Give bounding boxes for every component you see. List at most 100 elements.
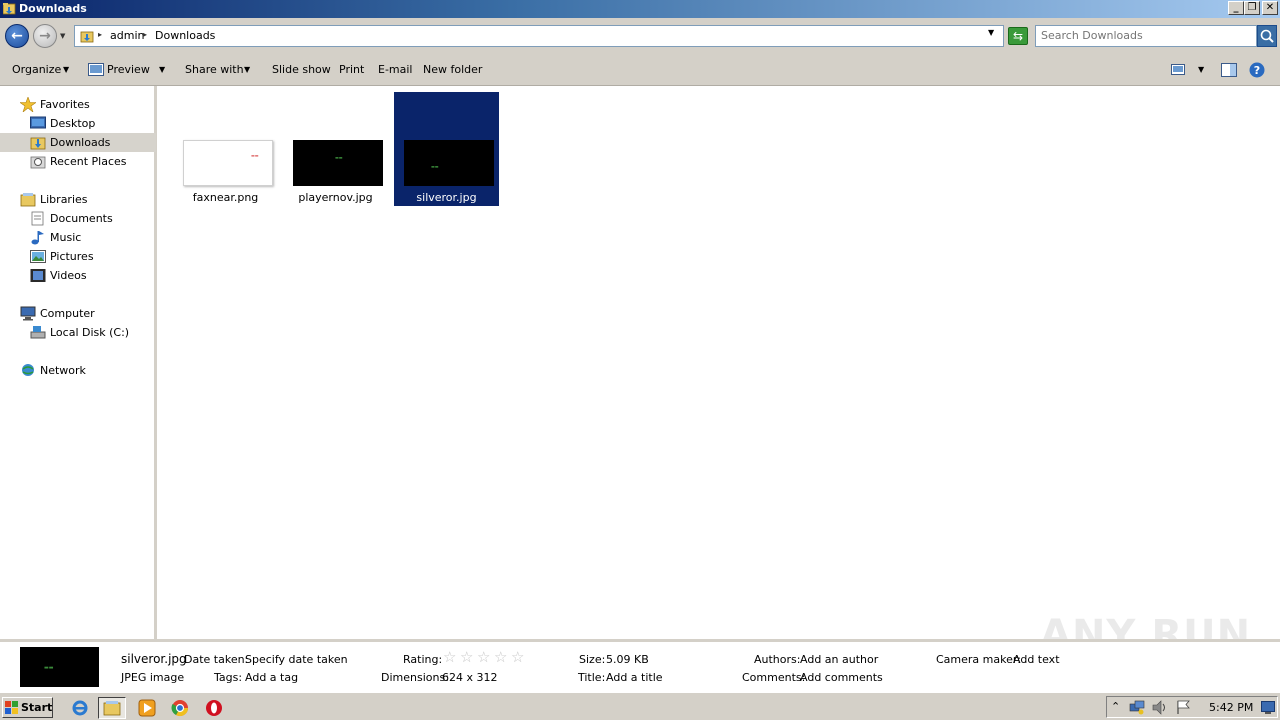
date-taken-value[interactable]: Specify date taken <box>245 653 348 666</box>
nav-network[interactable]: Network <box>0 361 156 380</box>
nav-videos[interactable]: Videos <box>0 266 156 285</box>
show-desktop-icon[interactable] <box>1261 701 1275 714</box>
rating-star-2[interactable]: ☆ <box>460 648 473 666</box>
nav-local-disk[interactable]: Local Disk (C:) <box>0 323 156 342</box>
taskbar-opera[interactable] <box>200 697 228 719</box>
slide-show-button[interactable]: Slide show <box>272 63 331 76</box>
chevron-down-icon[interactable]: ▼ <box>1198 65 1204 74</box>
comments-value[interactable]: Add comments <box>800 671 883 684</box>
recent-places-icon <box>30 156 46 169</box>
clock[interactable]: 5:42 PM <box>1209 701 1253 714</box>
volume-icon[interactable] <box>1152 700 1168 715</box>
help-icon[interactable]: ? <box>1249 62 1265 78</box>
email-button[interactable]: E-mail <box>378 63 413 76</box>
rating-star-4[interactable]: ☆ <box>494 648 507 666</box>
taskbar-chrome[interactable] <box>166 697 194 719</box>
forward-button[interactable]: → <box>33 24 57 48</box>
nav-music[interactable]: Music <box>0 228 156 247</box>
preview-button[interactable]: Preview <box>107 63 150 76</box>
nav-pictures[interactable]: Pictures <box>0 247 156 266</box>
dimensions-label: Dimensions: <box>381 671 449 684</box>
details-thumbnail: ▬▬ <box>20 647 99 687</box>
share-with-button[interactable]: Share with <box>185 63 244 76</box>
chevron-down-icon[interactable]: ▼ <box>63 65 69 74</box>
nav-label: Network <box>40 364 86 377</box>
search-button[interactable] <box>1257 25 1277 47</box>
rating-star-5[interactable]: ☆ <box>511 648 524 666</box>
close-button[interactable]: ✕ <box>1262 1 1278 15</box>
window-title: Downloads <box>19 2 87 15</box>
preview-pane-icon[interactable] <box>1221 63 1237 77</box>
file-name: playernov.jpg <box>298 191 373 204</box>
camera-maker-value[interactable]: Add text <box>1013 653 1060 666</box>
print-button[interactable]: Print <box>339 63 364 76</box>
nav-favorites[interactable]: Favorites <box>0 95 156 114</box>
start-button[interactable]: Start <box>2 697 53 718</box>
taskbar-media-player[interactable] <box>133 697 161 719</box>
minimize-button[interactable]: _ <box>1228 1 1244 15</box>
camera-maker-label: Camera maker: <box>936 653 1021 666</box>
file-item-silveror[interactable]: ▬▬ silveror.jpg <box>394 92 499 206</box>
file-item-faxnear[interactable]: ▬▬ faxnear.png <box>173 92 278 206</box>
taskbar-internet-explorer[interactable] <box>66 697 94 719</box>
chevron-down-icon[interactable]: ▼ <box>159 65 165 74</box>
folder-icon <box>80 31 94 43</box>
refresh-button[interactable]: ⇆ <box>1008 27 1028 45</box>
chevron-down-icon[interactable]: ▼ <box>244 65 250 74</box>
system-tray: ⌃ 5:42 PM <box>1106 696 1278 718</box>
back-button[interactable]: ← <box>5 24 29 48</box>
file-list-view[interactable]: ▬▬ faxnear.png ▬▬ playernov.jpg ▬▬ silve… <box>160 86 1280 639</box>
nav-desktop[interactable]: Desktop <box>0 114 156 133</box>
nav-label: Local Disk (C:) <box>50 326 130 339</box>
change-view-icon[interactable] <box>1171 64 1185 76</box>
authors-label: Authors: <box>754 653 801 666</box>
address-dropdown[interactable]: ▼ <box>988 28 994 37</box>
arrow-right-icon: → <box>39 28 51 44</box>
breadcrumb-admin[interactable]: admin <box>110 29 144 42</box>
taskbar-explorer[interactable] <box>98 697 126 719</box>
chevron-right-icon[interactable]: ▸ <box>143 30 147 39</box>
recent-pages-dropdown[interactable]: ▼ <box>60 32 65 40</box>
taskbar: Start ⌃ 5:42 PM <box>0 692 1280 720</box>
desktop-icon <box>30 116 46 129</box>
thumbnail-text-decoration: ▬▬ <box>431 164 439 169</box>
search-input[interactable] <box>1041 29 1241 42</box>
star-icon <box>20 97 36 112</box>
organize-button[interactable]: Organize <box>12 63 61 76</box>
preview-icon <box>88 63 104 76</box>
nav-computer[interactable]: Computer <box>0 304 156 323</box>
windows-logo-icon <box>5 701 18 714</box>
media-player-icon <box>138 699 156 717</box>
opera-icon <box>206 700 222 716</box>
pictures-icon <box>30 250 46 263</box>
network-status-icon[interactable] <box>1129 700 1145 715</box>
title-value[interactable]: Add a title <box>606 671 663 684</box>
music-icon <box>31 231 44 245</box>
chevron-right-icon[interactable]: ▸ <box>98 30 102 39</box>
restore-button[interactable]: ❐ <box>1244 1 1260 15</box>
refresh-icon: ⇆ <box>1012 29 1024 43</box>
tags-value[interactable]: Add a tag <box>245 671 298 684</box>
nav-libraries[interactable]: Libraries <box>0 190 156 209</box>
nav-downloads[interactable]: Downloads <box>0 133 156 152</box>
file-item-playernov[interactable]: ▬▬ playernov.jpg <box>283 92 388 206</box>
tags-label: Tags: <box>214 671 243 684</box>
file-name: silveror.jpg <box>416 191 477 204</box>
nav-label: Pictures <box>50 250 94 263</box>
new-folder-button[interactable]: New folder <box>423 63 482 76</box>
show-hidden-icons-icon[interactable]: ⌃ <box>1111 700 1120 713</box>
rating-star-1[interactable]: ☆ <box>443 648 456 666</box>
address-field[interactable]: ▸ admin ▸ Downloads <box>74 25 1004 47</box>
nav-documents[interactable]: Documents <box>0 209 156 228</box>
explorer-folder-icon <box>103 701 121 716</box>
breadcrumb-downloads[interactable]: Downloads <box>155 29 215 42</box>
rating-star-3[interactable]: ☆ <box>477 648 490 666</box>
title-bar[interactable]: Downloads _ ❐ ✕ <box>0 0 1280 18</box>
size-label: Size: <box>579 653 606 666</box>
action-center-flag-icon[interactable] <box>1176 700 1192 715</box>
search-field[interactable] <box>1035 25 1257 47</box>
nav-recent-places[interactable]: Recent Places <box>0 152 156 171</box>
authors-value[interactable]: Add an author <box>800 653 878 666</box>
nav-label: Favorites <box>40 98 90 111</box>
nav-label: Downloads <box>50 136 111 149</box>
